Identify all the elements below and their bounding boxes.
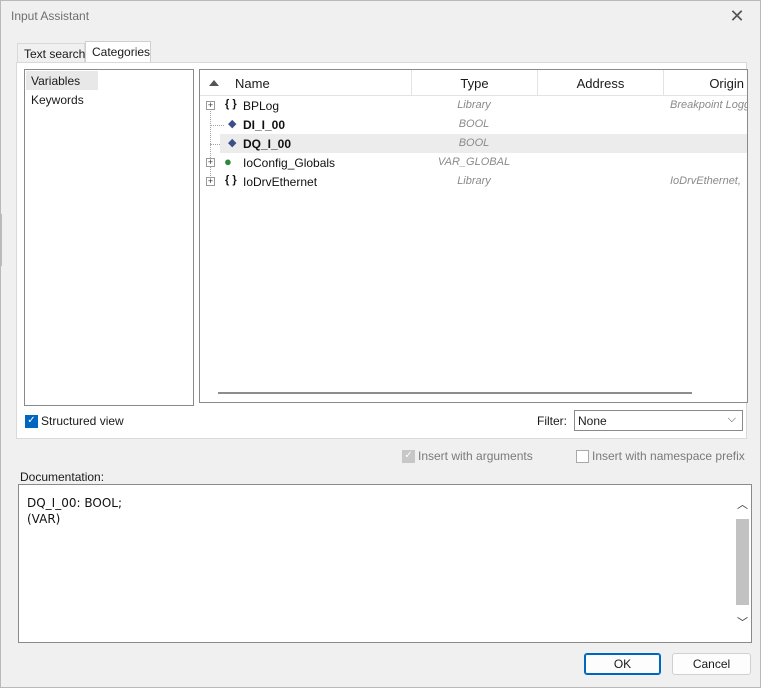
vertical-scrollbar[interactable]: ︿ ﹀ (734, 497, 751, 629)
column-header-name[interactable]: Name (200, 70, 412, 96)
insert-with-namespace-prefix-checkbox[interactable] (576, 449, 589, 463)
namespace-icon: { } (225, 174, 237, 186)
tree-row-name: DQ_I_00 (243, 137, 292, 151)
chevron-down-icon[interactable]: ﹀ (736, 617, 749, 629)
category-list[interactable]: Variables Keywords (24, 69, 194, 406)
tree-row-type: BOOL (458, 137, 490, 149)
category-item-label: Keywords (31, 93, 84, 107)
filter-selected-value: None (578, 414, 607, 428)
variable-icon: ◆ (228, 137, 237, 149)
ok-button[interactable]: OK (584, 653, 661, 675)
cancel-button-label: Cancel (692, 657, 731, 671)
insert-with-namespace-prefix-label: Insert with namespace prefix (592, 449, 745, 463)
column-address-label: Address (576, 76, 625, 91)
tree-row-name: BPLog (243, 99, 280, 113)
column-name-label: Name (235, 76, 270, 91)
sort-ascending-icon (209, 80, 219, 86)
tab-categories[interactable]: Categories (85, 41, 151, 64)
filter-dropdown[interactable]: None ⌵ (574, 410, 743, 431)
insert-with-namespace-prefix-option[interactable]: Insert with namespace prefix (576, 449, 745, 463)
scrollbar-thumb[interactable] (736, 519, 749, 605)
background-window-edge (1, 214, 3, 266)
expand-plus-icon[interactable]: + (206, 177, 215, 186)
documentation-line: DQ_I_00: BOOL; (27, 496, 122, 510)
window-title: Input Assistant (11, 9, 90, 23)
close-button[interactable]: ✕ (714, 1, 760, 32)
tree-row-ioconfig-globals[interactable]: + ● IoConfig_Globals VAR_GLOBAL (200, 153, 747, 172)
close-icon: ✕ (729, 6, 745, 26)
column-header-address[interactable]: Address (538, 70, 664, 96)
chevron-down-icon: ⌵ (727, 413, 736, 425)
ok-button-label: OK (613, 657, 632, 671)
tree-row-iodrvethernet[interactable]: + { } IoDrvEthernet Library IoDrvEtherne… (200, 172, 747, 191)
structured-view-label: Structured view (41, 414, 124, 428)
variable-icon: ◆ (228, 118, 237, 130)
documentation-textbox[interactable]: DQ_I_00: BOOL; (VAR) ︿ ﹀ (18, 484, 752, 643)
tree-row-name: IoConfig_Globals (243, 156, 336, 170)
tree-row-origin: Breakpoint Logg (670, 99, 748, 111)
tree-row-di-i-00[interactable]: ◆ DI_I_00 BOOL (200, 115, 747, 134)
tree-row-type: BOOL (458, 118, 490, 130)
title-bar: Input Assistant ✕ (1, 1, 760, 32)
insert-with-arguments-checkbox[interactable]: ✓ (402, 449, 415, 463)
column-header-type[interactable]: Type (412, 70, 538, 96)
column-header-origin[interactable]: Origin (664, 70, 747, 96)
tree-row-name: DI_I_00 (243, 118, 286, 132)
category-item-variables[interactable]: Variables (26, 71, 98, 90)
insert-with-arguments-label: Insert with arguments (418, 449, 533, 463)
category-item-keywords[interactable]: Keywords (26, 90, 89, 109)
tab-text-search[interactable]: Text search (17, 43, 85, 63)
filter-label: Filter: (537, 414, 567, 428)
column-origin-label: Origin (709, 76, 744, 91)
tree-row-type: Library (457, 99, 491, 111)
tree-row-origin: IoDrvEthernet, (670, 175, 741, 187)
tree-row-type: VAR_GLOBAL (437, 156, 511, 168)
categories-panel: Variables Keywords Name Type Address Ori… (16, 62, 748, 439)
tab-text-search-label: Text search (24, 47, 86, 61)
structured-view-option[interactable]: ✓ Structured view (25, 414, 124, 428)
tree-row-name: IoDrvEthernet (243, 175, 318, 189)
namespace-icon: { } (225, 98, 237, 110)
cancel-button[interactable]: Cancel (672, 653, 751, 675)
structured-view-checkbox[interactable]: ✓ (25, 414, 38, 428)
expand-plus-icon[interactable]: + (206, 101, 215, 110)
chevron-up-icon[interactable]: ︿ (736, 499, 749, 511)
symbol-tree[interactable]: Name Type Address Origin + { } BPLog Lib… (199, 69, 748, 403)
documentation-text: DQ_I_00: BOOL; (VAR) (27, 495, 122, 527)
tree-row-dq-i-00[interactable]: ◆ DQ_I_00 BOOL (220, 134, 747, 153)
insert-with-arguments-option[interactable]: ✓ Insert with arguments (402, 449, 533, 463)
globe-icon: ● (224, 154, 232, 169)
documentation-label: Documentation: (20, 470, 105, 484)
expand-plus-icon[interactable]: + (206, 158, 215, 167)
tab-categories-label: Categories (92, 45, 151, 59)
tree-row-bplog[interactable]: + { } BPLog Library Breakpoint Logg (200, 96, 748, 115)
input-assistant-dialog: Input Assistant ✕ Text search Categories… (0, 0, 761, 688)
column-type-label: Type (460, 76, 489, 91)
documentation-line: (VAR) (27, 512, 61, 526)
tree-row-type: Library (457, 175, 491, 187)
column-headers: Name Type Address Origin (200, 70, 747, 96)
horizontal-scrollbar[interactable] (218, 392, 692, 394)
category-item-label: Variables (31, 74, 81, 88)
